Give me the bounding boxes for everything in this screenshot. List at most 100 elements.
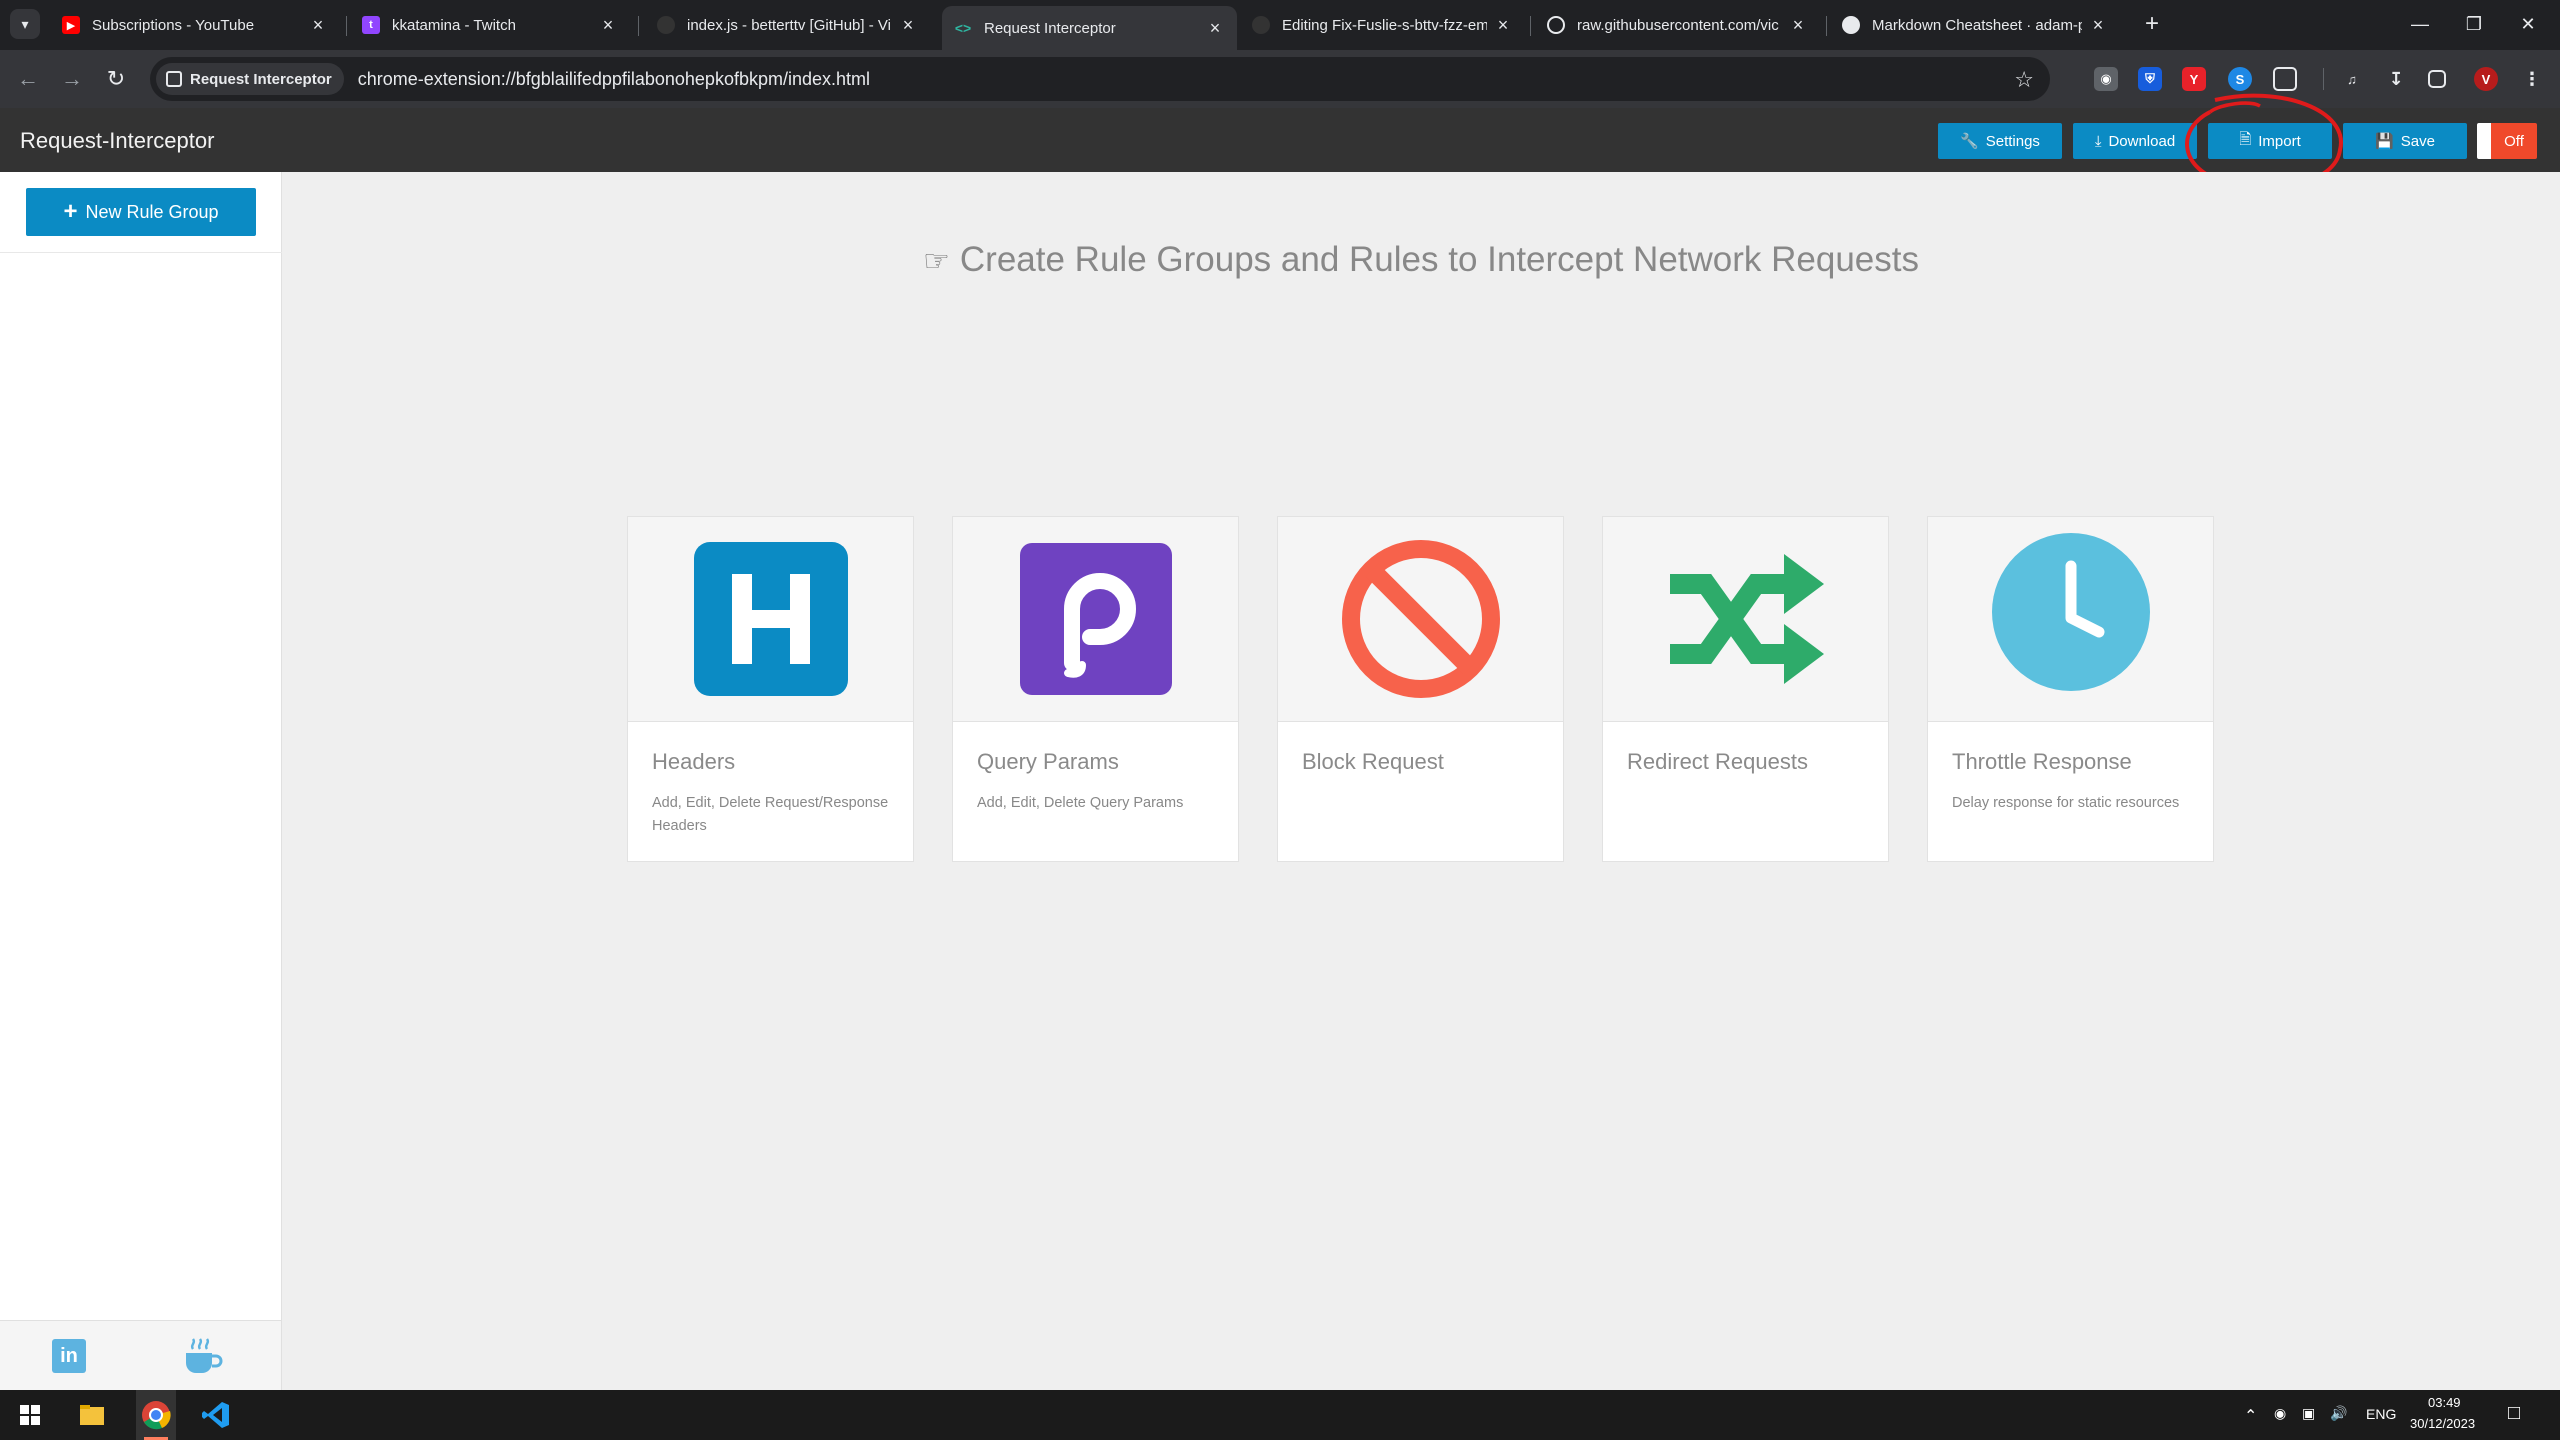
site-chip-label: Request Interceptor [190, 70, 332, 88]
restore-icon: ❐ [2465, 13, 2483, 34]
notification-icon[interactable]: □ [2508, 1402, 2520, 1425]
tab-label: Subscriptions - YouTube [92, 16, 255, 34]
back-button[interactable]: ← [12, 63, 44, 95]
linkedin-icon[interactable]: in [52, 1339, 86, 1373]
tab-github-index[interactable]: index.js - betterttv [GitHub] - Vi × [645, 6, 930, 44]
plus-icon: + [2144, 10, 2159, 37]
reload-icon: ↻ [106, 66, 126, 91]
close-window-button[interactable]: ✕ [2506, 8, 2550, 40]
media-control-icon[interactable]: ♫ [2340, 67, 2364, 91]
tab-twitch[interactable]: t kkatamina - Twitch × [350, 6, 630, 44]
twitch-icon: t [362, 16, 380, 34]
windows-start-icon[interactable] [14, 1399, 46, 1431]
clock-date[interactable]: 30/12/2023 [2410, 1416, 2475, 1431]
tab-raw-github[interactable]: raw.githubusercontent.com/vic × [1535, 6, 1820, 44]
card-title: Query Params [977, 749, 1119, 774]
file-explorer-icon[interactable] [76, 1399, 108, 1431]
close-icon[interactable]: × [1205, 18, 1225, 39]
tab-label: index.js - betterttv [GitHub] - Vi [687, 16, 891, 34]
tab-label: Request Interceptor [984, 19, 1116, 37]
volume-icon[interactable]: 🔊 [2330, 1405, 2347, 1422]
card-title: Redirect Requests [1627, 749, 1808, 774]
yandex-icon[interactable]: Y [2182, 67, 2206, 91]
privacy-badger-icon[interactable]: ◉ [2094, 67, 2118, 91]
card-description: Add, Edit, Delete Request/Response Heade… [652, 795, 889, 834]
extensions-puzzle-icon[interactable] [2273, 67, 2297, 91]
tab-separator [1530, 16, 1531, 36]
close-icon[interactable]: × [898, 15, 918, 36]
card-visual [1928, 517, 2213, 722]
sidebar-divider [0, 252, 282, 253]
tab-editing[interactable]: Editing Fix-Fuslie-s-bttv-fzz-em × [1240, 6, 1525, 44]
menu-kebab-icon[interactable]: ⋮ [2520, 67, 2544, 91]
card-redirect-requests[interactable]: Redirect Requests [1602, 516, 1889, 862]
main-content: ☞ Create Rule Groups and Rules to Interce… [282, 172, 2560, 1390]
card-visual [628, 517, 913, 722]
bitwarden-icon[interactable]: ⛨ [2138, 67, 2162, 91]
shazam-icon[interactable]: S [2228, 67, 2252, 91]
side-panel-icon[interactable] [2428, 70, 2446, 88]
chrome-taskbar-button[interactable] [136, 1390, 176, 1440]
chrome-icon [142, 1401, 171, 1430]
discord-icon[interactable]: ◉ [2274, 1405, 2286, 1422]
app-title: Request-Interceptor [20, 128, 215, 153]
site-info-chip[interactable]: Request Interceptor [156, 63, 344, 95]
card-throttle-response[interactable]: Throttle Response Delay response for sta… [1927, 516, 2214, 862]
download-icon[interactable]: ↧ [2384, 67, 2408, 91]
chevron-down-icon: ▾ [21, 15, 29, 32]
new-tab-button[interactable]: + [2138, 10, 2166, 38]
restore-button[interactable]: ❐ [2452, 8, 2496, 40]
clock-icon [1991, 533, 2150, 691]
close-icon[interactable]: × [1788, 15, 1808, 36]
tab-request-interceptor[interactable]: <> Request Interceptor × [942, 6, 1237, 50]
settings-label: Settings [1985, 132, 2040, 150]
headers-h-icon [693, 542, 848, 696]
bookmark-star-icon[interactable]: ☆ [2014, 67, 2034, 93]
tab-separator [1826, 16, 1827, 36]
tab-markdown[interactable]: Markdown Cheatsheet · adam-p × [1830, 6, 2120, 44]
query-params-p-icon [1019, 543, 1172, 695]
card-title: Headers [652, 749, 736, 774]
avatar[interactable]: V [2474, 67, 2498, 91]
plus-icon: + [63, 198, 78, 225]
tab-label: Editing Fix-Fuslie-s-bttv-fzz-em [1282, 16, 1487, 34]
toolbar-divider [2323, 68, 2324, 90]
forward-button[interactable]: → [56, 63, 88, 95]
block-icon [1341, 540, 1500, 698]
close-icon[interactable]: × [598, 15, 618, 36]
tab-label: Markdown Cheatsheet · adam-p [1872, 16, 2082, 34]
reload-button[interactable]: ↻ [100, 63, 132, 95]
tab-search-button[interactable]: ▾ [10, 9, 40, 39]
interceptor-toggle[interactable]: Off [2477, 123, 2537, 159]
vscode-icon[interactable] [200, 1399, 232, 1431]
settings-button[interactable]: 🔧 Settings [1938, 123, 2062, 159]
tray-chevron-up-icon[interactable]: ⌃ [2244, 1406, 2257, 1426]
floppy-disk-icon: 💾 [2375, 133, 2394, 150]
save-button[interactable]: 💾 Save [2343, 123, 2467, 159]
close-icon[interactable]: × [2088, 15, 2108, 36]
language-indicator[interactable]: ENG [2366, 1406, 2396, 1422]
minimize-button[interactable]: — [2398, 8, 2442, 40]
coffee-cup-icon[interactable] [180, 1337, 226, 1377]
card-query-params[interactable]: Query Params Add, Edit, Delete Query Par… [952, 516, 1239, 862]
close-icon[interactable]: × [1493, 15, 1513, 36]
card-block-request[interactable]: Block Request [1277, 516, 1564, 862]
clock-time[interactable]: 03:49 [2428, 1395, 2461, 1410]
url-text[interactable]: chrome-extension://bfgblailifedppfilabon… [358, 69, 870, 90]
card-headers[interactable]: Headers Add, Edit, Delete Request/Respon… [627, 516, 914, 862]
tab-strip: ▾ ▶ Subscriptions - YouTube × t kkatamin… [0, 0, 2560, 50]
network-icon[interactable]: ▣ [2302, 1405, 2315, 1422]
headline-text: Create Rule Groups and Rules to Intercep… [959, 240, 1919, 279]
arrow-left-icon: ← [17, 66, 39, 91]
globe-icon [1547, 16, 1565, 34]
close-icon[interactable]: × [308, 15, 328, 36]
windows-taskbar: ⌃ ◉ ▣ 🔊 ENG 03:49 30/12/2023 □ [0, 1390, 2560, 1440]
tab-separator [638, 16, 639, 36]
card-visual [1278, 517, 1563, 722]
address-bar[interactable]: Request Interceptor chrome-extension://b… [150, 57, 2050, 101]
tab-separator [346, 16, 347, 36]
tab-youtube[interactable]: ▶ Subscriptions - YouTube × [50, 6, 340, 44]
new-rule-group-button[interactable]: + New Rule Group [26, 188, 256, 236]
minimize-icon: — [2411, 13, 2429, 34]
save-label: Save [2400, 132, 2435, 150]
